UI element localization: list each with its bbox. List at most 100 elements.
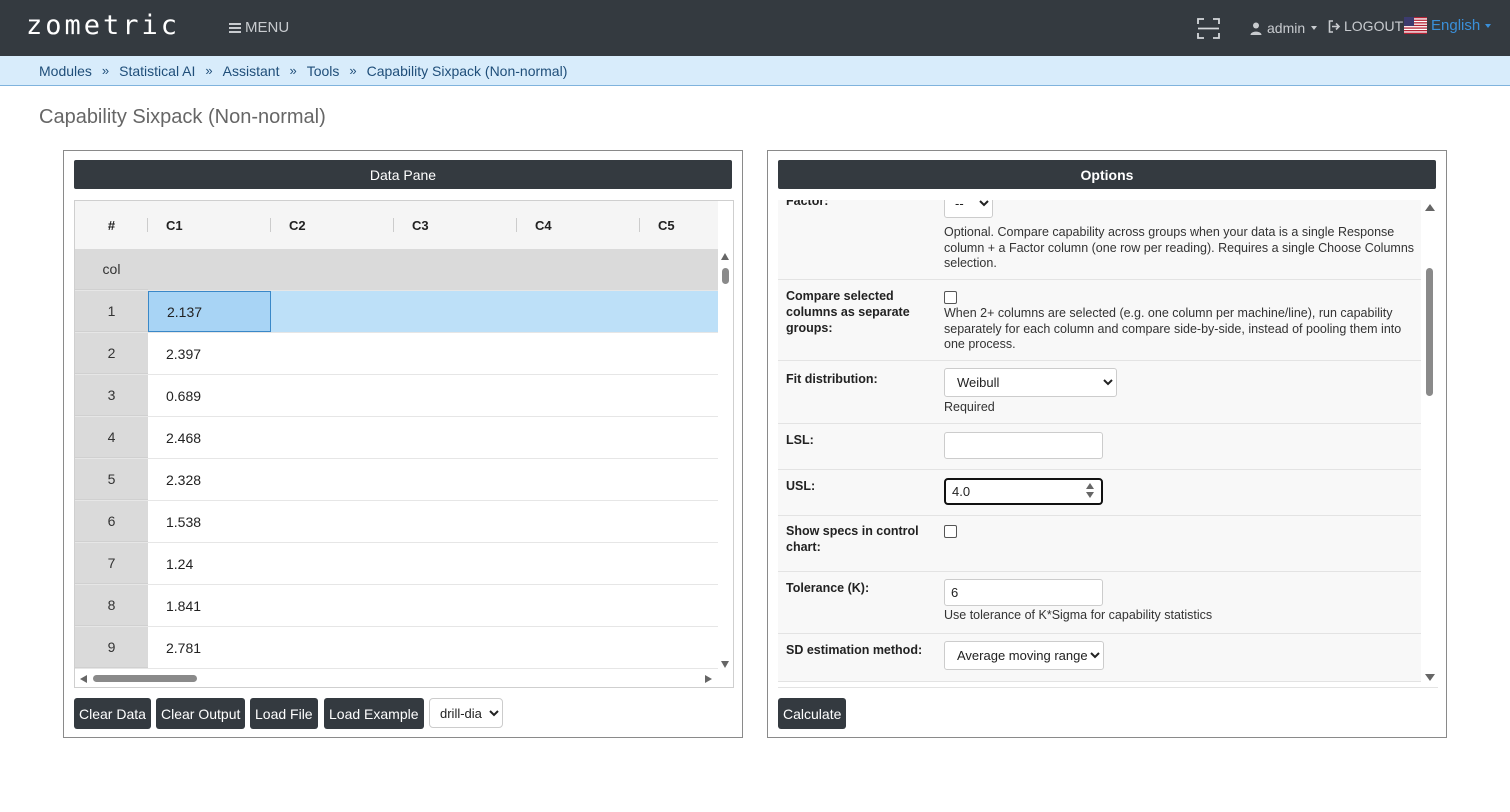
number-spinner-icon[interactable]	[1086, 482, 1095, 500]
cell[interactable]	[640, 291, 718, 332]
cell[interactable]	[517, 543, 640, 584]
col-header-c1[interactable]: C1	[148, 201, 271, 249]
cell[interactable]: 2.137	[148, 291, 271, 332]
menu-button[interactable]: MENU	[229, 19, 289, 36]
breadcrumb-statistical-ai[interactable]: Statistical AI	[119, 63, 195, 79]
scroll-left-icon[interactable]	[80, 675, 87, 683]
sd-method-select[interactable]: Average moving range	[944, 641, 1104, 670]
scroll-down-icon[interactable]	[1425, 674, 1435, 681]
cell[interactable]	[271, 333, 394, 374]
cell[interactable]	[394, 543, 517, 584]
breadcrumb-assistant[interactable]: Assistant	[223, 63, 280, 79]
scroll-up-icon[interactable]	[1425, 204, 1435, 211]
cell[interactable]: 1.841	[148, 585, 271, 626]
cell[interactable]	[640, 249, 718, 290]
cell[interactable]	[640, 585, 718, 626]
cell[interactable]	[394, 417, 517, 458]
cell[interactable]	[640, 543, 718, 584]
row-header: 9	[75, 627, 148, 668]
cell[interactable]	[640, 459, 718, 500]
cell[interactable]: 2.781	[148, 627, 271, 668]
scroll-thumb[interactable]	[1426, 268, 1433, 396]
cell[interactable]	[394, 585, 517, 626]
lsl-input[interactable]	[944, 432, 1103, 459]
cell[interactable]	[394, 459, 517, 500]
scroll-down-icon[interactable]	[721, 661, 729, 668]
cell[interactable]: 1.538	[148, 501, 271, 542]
cell[interactable]	[517, 291, 640, 332]
cell[interactable]: 2.468	[148, 417, 271, 458]
cell[interactable]	[271, 627, 394, 668]
clear-data-button[interactable]: Clear Data	[74, 698, 151, 729]
cell[interactable]: 1.24	[148, 543, 271, 584]
clear-output-button[interactable]: Clear Output	[156, 698, 246, 729]
cell[interactable]	[517, 417, 640, 458]
show-specs-checkbox[interactable]	[944, 525, 957, 538]
grid-horizontal-scrollbar[interactable]	[75, 670, 718, 687]
cell[interactable]	[517, 585, 640, 626]
fit-distribution-select[interactable]: Weibull	[944, 368, 1117, 397]
scroll-right-icon[interactable]	[705, 675, 712, 683]
row-header: 5	[75, 459, 148, 500]
cell[interactable]	[394, 291, 517, 332]
data-pane: Data Pane # C1 C2 C3 C4 C5 col 1 2.137 2 2.…	[63, 150, 743, 738]
example-dataset-select[interactable]: drill-dia	[429, 698, 503, 728]
cell[interactable]	[517, 375, 640, 416]
cell[interactable]	[394, 627, 517, 668]
row-header: 8	[75, 585, 148, 626]
logo[interactable]: zometric	[26, 10, 180, 41]
cell[interactable]	[640, 375, 718, 416]
scroll-thumb[interactable]	[722, 268, 729, 284]
cell[interactable]	[271, 543, 394, 584]
scan-icon[interactable]	[1197, 17, 1220, 40]
cell[interactable]	[394, 333, 517, 374]
cell[interactable]: 0.689	[148, 375, 271, 416]
cell[interactable]	[271, 375, 394, 416]
cell[interactable]	[517, 333, 640, 374]
logout-link[interactable]: LOGOUT	[1328, 18, 1403, 34]
breadcrumb-current[interactable]: Capability Sixpack (Non-normal)	[367, 63, 568, 79]
cell[interactable]	[640, 333, 718, 374]
cell[interactable]	[271, 417, 394, 458]
col-header-c4[interactable]: C4	[517, 201, 640, 249]
cell[interactable]	[271, 459, 394, 500]
calculate-button[interactable]: Calculate	[778, 698, 847, 729]
breadcrumb-tools[interactable]: Tools	[307, 63, 340, 79]
cell[interactable]: 2.397	[148, 333, 271, 374]
cell[interactable]	[517, 249, 640, 290]
compare-groups-checkbox[interactable]	[944, 291, 957, 304]
cell[interactable]	[640, 627, 718, 668]
language-selector[interactable]: English	[1404, 17, 1492, 34]
col-header-c2[interactable]: C2	[271, 201, 394, 249]
cell[interactable]	[271, 501, 394, 542]
cell[interactable]	[640, 417, 718, 458]
cell[interactable]	[271, 291, 394, 332]
cell[interactable]: 2.328	[148, 459, 271, 500]
cell[interactable]	[271, 249, 394, 290]
cell[interactable]	[517, 459, 640, 500]
tolerance-input[interactable]	[944, 579, 1103, 606]
scroll-up-icon[interactable]	[721, 253, 729, 260]
factor-select[interactable]: --	[944, 200, 993, 218]
col-header-c5[interactable]: C5	[640, 201, 718, 249]
usl-input[interactable]	[944, 478, 1103, 505]
user-menu[interactable]: admin	[1250, 20, 1318, 36]
cell[interactable]	[517, 501, 640, 542]
data-grid[interactable]: # C1 C2 C3 C4 C5 col 1 2.137 2 2.397 3 0.689 4…	[74, 200, 734, 688]
options-vertical-scrollbar[interactable]	[1421, 200, 1438, 687]
load-example-button[interactable]: Load Example	[324, 698, 424, 729]
user-icon	[1250, 22, 1262, 35]
compare-groups-label: Compare selected columns as separate gro…	[786, 289, 910, 335]
scroll-thumb[interactable]	[93, 675, 197, 682]
grid-vertical-scrollbar[interactable]	[718, 249, 733, 670]
cell[interactable]	[394, 375, 517, 416]
cell[interactable]	[271, 585, 394, 626]
cell[interactable]	[640, 501, 718, 542]
cell[interactable]	[394, 249, 517, 290]
cell[interactable]	[148, 249, 271, 290]
load-file-button[interactable]: Load File	[250, 698, 318, 729]
col-header-c3[interactable]: C3	[394, 201, 517, 249]
cell[interactable]	[394, 501, 517, 542]
breadcrumb-modules[interactable]: Modules	[39, 63, 92, 79]
cell[interactable]	[517, 627, 640, 668]
